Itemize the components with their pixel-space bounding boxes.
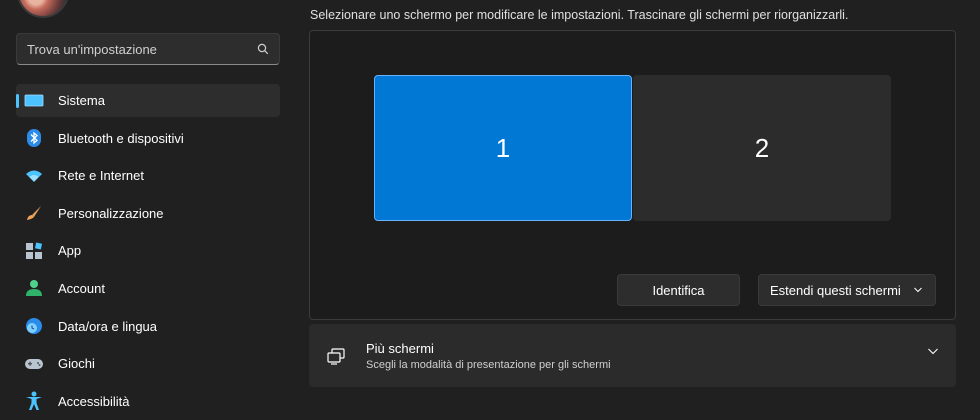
person-icon [24, 278, 44, 298]
extend-displays-dropdown[interactable]: Estendi questi schermi [758, 274, 936, 306]
wifi-icon [24, 166, 44, 186]
sidebar-item-bluetooth[interactable]: Bluetooth e dispositivi [16, 122, 280, 155]
sidebar-item-label: Rete e Internet [58, 168, 144, 184]
sidebar-item-sistema[interactable]: Sistema [16, 84, 280, 117]
sidebar-item-account[interactable]: Account [16, 272, 280, 305]
search-icon[interactable] [257, 43, 269, 55]
avatar[interactable] [17, 0, 69, 18]
settings-window: Sistema Bluetooth e dispositivi Rete e I… [0, 0, 980, 420]
multiple-displays-text: Più schermi Scegli la modalità di presen… [366, 341, 611, 371]
brush-icon [24, 203, 44, 223]
display-arrangement-panel: 1 2 Identifica Estendi questi schermi [309, 30, 956, 320]
sidebar-nav: Sistema Bluetooth e dispositivi Rete e I… [16, 84, 280, 420]
monitor-icon [24, 91, 44, 111]
search-input[interactable] [27, 41, 257, 57]
monitor-1[interactable]: 1 [374, 75, 632, 221]
sidebar-item-app[interactable]: App [16, 234, 280, 267]
apps-icon [24, 241, 44, 261]
multiple-displays-icon [326, 346, 346, 366]
multiple-displays-section[interactable]: Più schermi Scegli la modalità di presen… [309, 324, 956, 387]
search-box[interactable] [16, 33, 280, 65]
accessibility-icon [24, 391, 44, 411]
sidebar-item-giochi[interactable]: Giochi [16, 347, 280, 380]
chevron-down-icon [913, 287, 923, 293]
monitor-2[interactable]: 2 [633, 75, 891, 221]
sidebar-item-personalizzazione[interactable]: Personalizzazione [16, 197, 280, 230]
sidebar-item-label: Personalizzazione [58, 205, 164, 221]
sidebar-item-label: App [58, 243, 82, 259]
sidebar-item-rete[interactable]: Rete e Internet [16, 159, 280, 192]
extend-displays-label: Estendi questi schermi [770, 282, 901, 298]
display-instruction: Selezionare uno schermo per modificare l… [310, 8, 849, 22]
gamepad-icon [24, 354, 44, 374]
sidebar-item-data-ora[interactable]: Data/ora e lingua [16, 310, 280, 343]
bluetooth-icon [24, 128, 44, 148]
sidebar-item-label: Bluetooth e dispositivi [58, 130, 184, 146]
multiple-displays-title: Più schermi [366, 340, 434, 356]
sidebar-item-label: Account [58, 280, 105, 296]
sidebar-item-accessibilita[interactable]: Accessibilità [16, 385, 280, 418]
globe-clock-icon [24, 316, 44, 336]
identify-button[interactable]: Identifica [617, 274, 740, 306]
multiple-displays-subtitle: Scegli la modalità di presentazione per … [366, 358, 611, 371]
sidebar-item-label: Data/ora e lingua [58, 318, 158, 334]
sidebar-item-label: Accessibilità [58, 393, 130, 409]
chevron-down-icon[interactable] [927, 348, 939, 355]
sidebar-item-label: Giochi [58, 356, 95, 372]
sidebar-item-label: Sistema [58, 93, 105, 108]
